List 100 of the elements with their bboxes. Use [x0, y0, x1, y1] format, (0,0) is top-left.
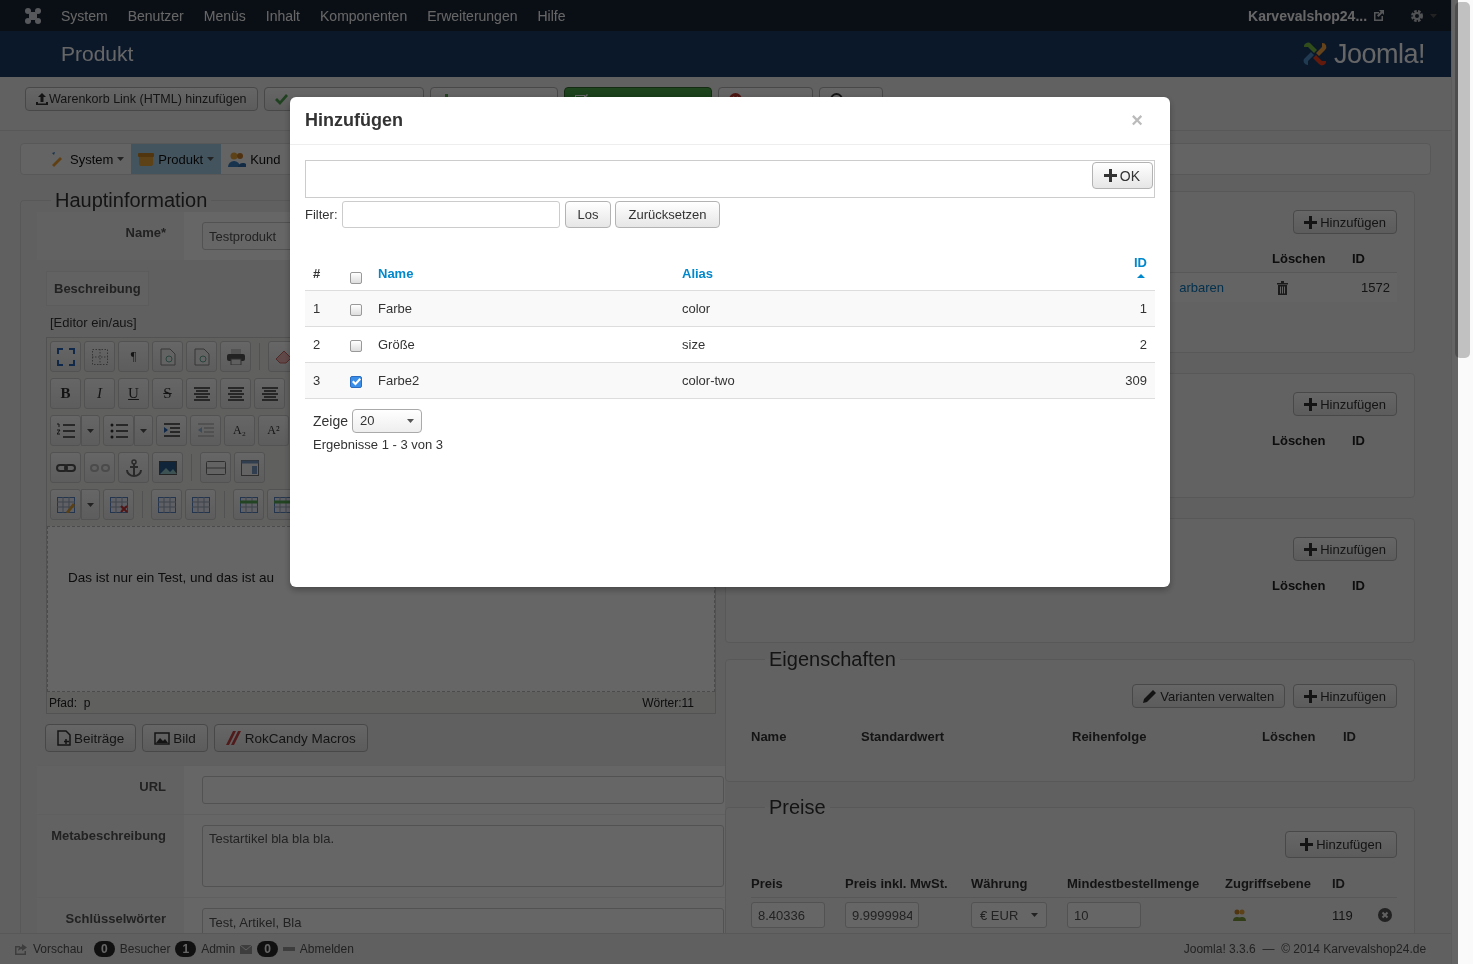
column-header: Mindestbestellmenge [1067, 876, 1201, 891]
dropdown-button[interactable] [81, 415, 100, 446]
image-icon [158, 460, 177, 475]
outdent-icon [197, 422, 214, 439]
upload-icon [36, 93, 48, 105]
plus-icon [1300, 838, 1314, 851]
section-heading: Preise [768, 796, 827, 819]
stripes-icon [225, 731, 242, 745]
checkbox[interactable] [350, 304, 362, 316]
text-area[interactable]: Testartikel bla bla bla. [202, 825, 724, 887]
dropdown-button[interactable] [134, 415, 153, 446]
count-badge: 0 [257, 941, 278, 957]
column-header[interactable]: Alias [682, 265, 714, 281]
close-button[interactable]: × [1131, 109, 1155, 132]
description-tab[interactable]: Beschreibung [46, 271, 149, 306]
editor-toggle-link[interactable]: [Editor ein/aus] [50, 315, 137, 330]
input-field[interactable]: Test, Artikel, Bla [202, 908, 724, 933]
editor-tool-button[interactable]: ¶ [118, 341, 149, 372]
check-icon [274, 93, 288, 105]
menu-item[interactable]: Inhalt [265, 7, 300, 24]
document-icon [159, 347, 176, 366]
checkbox[interactable] [350, 271, 362, 284]
editor-tool-button[interactable]: A² [258, 415, 289, 446]
external-link-icon [1373, 10, 1385, 21]
add-button[interactable]: Hinzufügen [1293, 537, 1397, 561]
site-link[interactable]: Karvevalshop24... [1248, 7, 1368, 24]
quantity-field[interactable]: 10 [1067, 902, 1141, 928]
price-field[interactable]: 8.40336 [751, 902, 825, 928]
toolbar-button[interactable]: Warenkorb Link (HTML) hinzufügen [25, 87, 258, 111]
document-icon [193, 347, 210, 366]
path-label: Pfad: p [49, 695, 91, 710]
reset-button[interactable]: Zurücksetzen [615, 201, 720, 228]
box-icon [138, 151, 155, 167]
page-size-select[interactable]: 20 [352, 408, 423, 433]
envelope-icon [240, 944, 253, 954]
editor-tool-button[interactable]: B [50, 378, 81, 409]
add-button[interactable]: Hinzufügen [1293, 392, 1397, 416]
column-header: Löschen [1272, 432, 1327, 448]
menu-item[interactable]: System [61, 7, 108, 24]
show-label: Zeige [313, 412, 349, 429]
add-button[interactable]: Hinzufügen [1293, 210, 1397, 234]
add-button[interactable]: Hinzufügen [1293, 684, 1397, 708]
editor-tool-button[interactable]: S [152, 378, 183, 409]
submenu-tab[interactable]: System [43, 144, 132, 174]
submenu-tab[interactable]: Produkt [131, 144, 222, 174]
align-icon [193, 386, 210, 401]
trash-icon [1277, 280, 1288, 295]
column-header: Zugriffsebene [1225, 876, 1312, 891]
editor-tool-button[interactable]: U [118, 378, 149, 409]
field-label: Name* [37, 212, 184, 260]
caret-icon [207, 157, 215, 161]
caret-icon [1031, 913, 1038, 917]
table-cell: 1 [1139, 300, 1147, 316]
dialog-title: Hinzufügen [305, 110, 404, 131]
menu-item[interactable]: Menüs [203, 7, 246, 24]
menu-item[interactable]: Benutzer [127, 7, 184, 24]
column-header[interactable]: ID [1134, 254, 1147, 278]
checkbox[interactable] [350, 376, 362, 388]
section-heading: Hauptinformation [54, 189, 209, 212]
sort-ascending-icon [1136, 273, 1145, 278]
table-cell: 3 [313, 372, 321, 388]
dropdown-button[interactable] [81, 489, 100, 520]
editor-button[interactable]: Bild [142, 724, 208, 752]
submenu-tab[interactable]: Kund [221, 144, 288, 174]
checkbox[interactable] [350, 340, 362, 352]
column-header: ID [1332, 876, 1346, 891]
column-header[interactable]: Name [378, 265, 414, 281]
menu-item[interactable]: Erweiterungen [427, 7, 518, 24]
preview-link[interactable]: Vorschau [33, 942, 84, 956]
users-icon [1233, 909, 1246, 921]
search-button[interactable]: Los [564, 201, 612, 228]
logout-link[interactable]: Abmelden [299, 942, 354, 956]
pencil-icon [1143, 689, 1158, 703]
editor-tool-button[interactable]: I [84, 378, 115, 409]
align-icon [261, 386, 278, 401]
settings-menu[interactable] [1410, 8, 1438, 23]
filter-field[interactable] [341, 201, 560, 228]
document-add-icon [57, 730, 71, 746]
ok-button[interactable]: OK [1091, 162, 1153, 189]
manage-button[interactable]: Varianten verwalten [1132, 684, 1286, 708]
menu-item[interactable]: Komponenten [320, 7, 408, 24]
caret-icon [140, 428, 147, 433]
plus-icon [1103, 169, 1117, 182]
editor-tool-button[interactable]: A₂ [224, 415, 255, 446]
column-header: Löschen [1272, 577, 1327, 593]
table-cell: color [682, 300, 711, 316]
currency-select[interactable]: € EUR [971, 902, 1047, 928]
share-icon [15, 943, 28, 955]
table-cell: color-two [682, 372, 735, 388]
add-button[interactable]: Hinzufügen [1285, 831, 1397, 858]
editor-button[interactable]: Beiträge [45, 724, 137, 752]
plus-icon [1304, 215, 1318, 229]
numbered-list-icon [56, 422, 75, 439]
menu-item[interactable]: Hilfe [537, 7, 566, 24]
scrollbar-thumb[interactable] [1455, 2, 1470, 358]
editor-button[interactable]: RokCandy Macros [213, 724, 368, 752]
filter-label: Filter: [305, 207, 338, 222]
table-cell: Farbe [378, 300, 412, 316]
eraser-icon [274, 349, 293, 364]
plus-icon [1304, 542, 1318, 556]
